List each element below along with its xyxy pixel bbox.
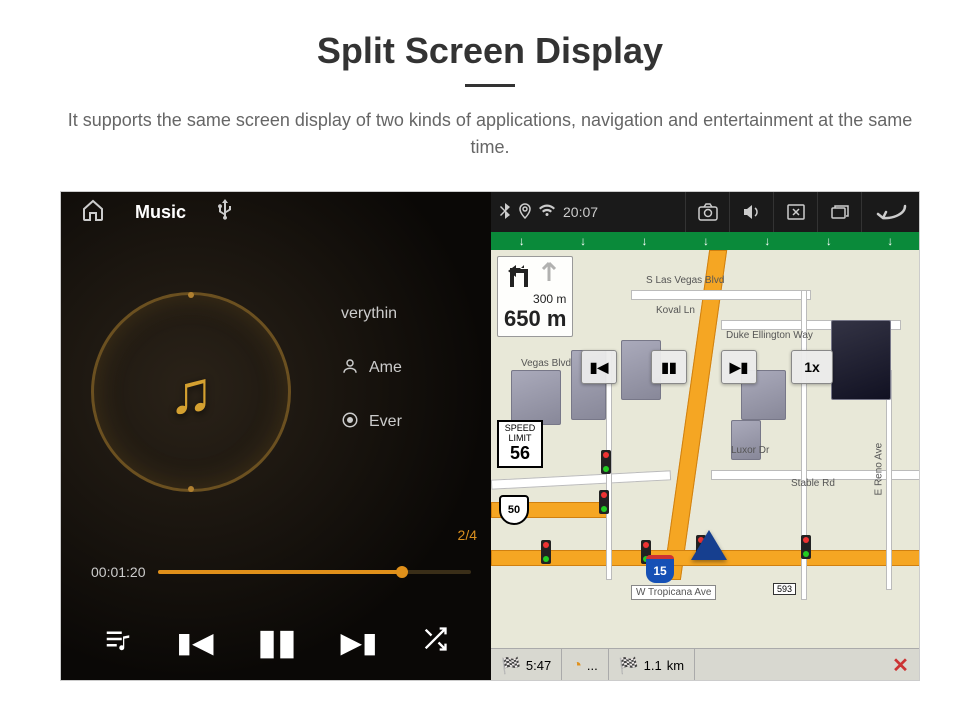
us-route-shield: 50 xyxy=(499,495,529,525)
close-app-button[interactable] xyxy=(773,192,817,232)
home-icon[interactable] xyxy=(81,198,105,227)
sim-prev-button[interactable]: ▮◀ xyxy=(581,350,617,384)
track-artist-row: Ame xyxy=(341,356,402,380)
street-label-tropicana: W Tropicana Ave xyxy=(631,585,716,600)
track-album-row: Ever xyxy=(341,410,402,434)
flag-icon: 🏁 xyxy=(501,656,521,676)
turn-left-icon xyxy=(504,261,532,292)
bluetooth-icon xyxy=(499,203,511,222)
distance-unit: km xyxy=(667,658,684,673)
traffic-light-icon xyxy=(601,450,611,474)
nav-close-button[interactable]: ✕ xyxy=(881,649,920,681)
back-button[interactable] xyxy=(861,192,920,232)
progress-bar[interactable]: 00:01:20 xyxy=(91,557,471,587)
music-controls: ▮◀ ▮▮ ▶▮ xyxy=(61,602,491,681)
lane-arrow-icon: ↓ xyxy=(580,234,586,248)
usb-icon[interactable] xyxy=(216,199,234,226)
turn-distance-2: 650 m xyxy=(504,306,566,331)
speed-limit-sign: SPEED LIMIT 56 xyxy=(497,420,543,468)
lane-arrow-icon: ↓ xyxy=(764,234,770,248)
wifi-icon xyxy=(539,204,555,221)
lane-arrow-icon: ↓ xyxy=(519,234,525,248)
track-counter: 2/4 xyxy=(458,527,477,543)
page-description: It supports the same screen display of t… xyxy=(0,87,980,191)
recent-apps-button[interactable] xyxy=(817,192,861,232)
shuffle-button[interactable] xyxy=(421,625,449,660)
building xyxy=(831,320,891,400)
flag-icon: 🏁 xyxy=(619,656,639,676)
progress-thumb[interactable] xyxy=(396,566,408,578)
status-left: 20:07 xyxy=(491,203,606,222)
street-label: Luxor Dr xyxy=(731,445,769,456)
volume-button[interactable] xyxy=(729,192,773,232)
road xyxy=(491,470,671,489)
screenshot-button[interactable] xyxy=(685,192,729,232)
sim-pause-button[interactable]: ▮▮ xyxy=(651,350,687,384)
progress-track[interactable] xyxy=(158,570,472,574)
traffic-light-icon xyxy=(541,540,551,564)
location-icon xyxy=(519,203,531,222)
lane-arrow-icon: ↓ xyxy=(826,234,832,248)
music-topbar: Music xyxy=(61,192,491,232)
street-label: Stable Rd xyxy=(791,478,835,489)
track-album: Ever xyxy=(369,413,402,431)
progress-fill xyxy=(158,570,403,574)
street-label: Duke Ellington Way xyxy=(726,330,813,341)
lane-arrow-icon: ↓ xyxy=(703,234,709,248)
lane-guidance-bar: ↓ ↓ ↓ ↓ ↓ ↓ ↓ xyxy=(491,232,920,250)
next-button[interactable]: ▶▮ xyxy=(340,626,377,659)
previous-button[interactable]: ▮◀ xyxy=(177,626,214,659)
lane-arrow-icon: ↓ xyxy=(887,234,893,248)
music-pane: Music ♫ verythin Ame Ever xyxy=(61,192,491,681)
album-art-circle: ♫ xyxy=(91,292,291,492)
street-label: Koval Ln xyxy=(656,305,695,316)
traffic-light-icon xyxy=(599,490,609,514)
status-right xyxy=(685,192,920,232)
building xyxy=(511,370,561,425)
music-note-icon: ♫ xyxy=(169,358,214,427)
exit-badge: 593 xyxy=(773,583,796,595)
nav-bottombar: 🏁 5:47 ◔ ... 🏁 1.1 km ✕ xyxy=(491,648,920,681)
distance-cell[interactable]: 🏁 1.1 km xyxy=(609,649,695,681)
sim-speed-button[interactable]: 1x xyxy=(791,350,833,384)
eta-cell[interactable]: 🏁 5:47 xyxy=(491,649,562,681)
lane-arrow-icon: ↓ xyxy=(642,234,648,248)
map-view[interactable]: S Las Vegas Blvd Koval Ln Duke Ellington… xyxy=(491,250,920,648)
nav-statusbar: 20:07 xyxy=(491,192,920,232)
time-value: ... xyxy=(587,658,598,673)
music-app-label: Music xyxy=(135,202,186,223)
road xyxy=(886,370,892,590)
street-label: E Reno Ave xyxy=(874,443,885,496)
time-current: 00:01:20 xyxy=(91,564,146,580)
interstate-shield: 15 xyxy=(646,555,674,583)
distance-value: 1.1 xyxy=(644,658,662,673)
eta-value: 5:47 xyxy=(526,658,551,673)
vehicle-position-icon xyxy=(691,530,727,560)
playlist-button[interactable] xyxy=(103,624,133,661)
navigation-pane: 20:07 ↓ ↓ xyxy=(491,192,920,681)
disc-icon xyxy=(341,411,359,434)
turn-instruction-box: 300 m 650 m xyxy=(497,256,573,337)
time-cell[interactable]: ◔ ... xyxy=(562,649,609,681)
speed-limit-value: 56 xyxy=(499,444,541,464)
status-time: 20:07 xyxy=(563,204,598,220)
track-artist: Ame xyxy=(369,359,402,377)
gauge-icon: ◔ xyxy=(572,657,582,675)
turn-next-icon xyxy=(538,261,560,292)
traffic-light-icon xyxy=(801,535,811,559)
track-info: verythin Ame Ever xyxy=(341,302,402,464)
pause-button[interactable]: ▮▮ xyxy=(257,621,297,663)
track-title-row: verythin xyxy=(341,302,402,326)
sim-next-button[interactable]: ▶▮ xyxy=(721,350,757,384)
street-label: S Las Vegas Blvd xyxy=(646,275,724,286)
person-icon xyxy=(341,357,359,380)
turn-distance-1: 300 m xyxy=(533,292,566,306)
road xyxy=(631,290,811,300)
split-screen-display: Music ♫ verythin Ame Ever xyxy=(60,191,920,681)
street-label: Vegas Blvd xyxy=(521,358,571,369)
track-title: verythin xyxy=(341,305,397,323)
page-title: Split Screen Display xyxy=(0,0,980,72)
